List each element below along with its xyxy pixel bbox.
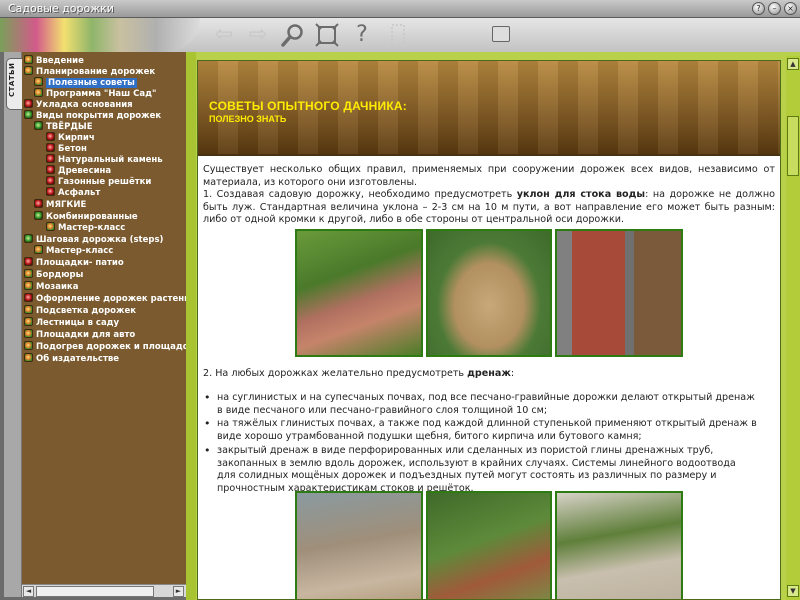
photo-worker-laying (426, 229, 552, 357)
flower-icon (46, 143, 55, 152)
flower-icon (24, 317, 33, 326)
flower-icon (24, 329, 33, 338)
tree-item-path-heating[interactable]: Подогрев дорожек и площадок (24, 341, 186, 353)
tree-item-car-areas[interactable]: Площадки для авто (24, 329, 135, 341)
photo-garden-path (295, 229, 423, 357)
window-title: Садовые дорожки (8, 2, 114, 15)
article-title: СОВЕТЫ ОПЫТНОГО ДАЧНИКА: (209, 99, 407, 113)
tree-item-garden-stairs[interactable]: Лестницы в саду (24, 317, 119, 329)
flower-icon (24, 110, 33, 119)
back-arrow-icon[interactable]: ⇦ (210, 22, 238, 48)
tree-item-mosaic[interactable]: Мозаика (24, 281, 78, 293)
flower-icon (46, 222, 55, 231)
paragraph-slope: 1. Создавая садовую дорожку, необходимо … (203, 189, 775, 225)
flower-icon (46, 187, 55, 196)
minimize-window-icon[interactable]: – (768, 2, 781, 15)
flower-icon (24, 305, 33, 314)
intro-paragraph: Существует несколько общих правил, приме… (203, 164, 775, 188)
scrollbar-thumb[interactable] (36, 586, 154, 597)
photo-garden-steps (426, 491, 552, 599)
frame-stripe (186, 52, 196, 600)
side-tab-strip: СТАТЬИ (4, 52, 22, 597)
tab-articles[interactable]: СТАТЬИ (6, 58, 22, 110)
scroll-left-icon[interactable]: ◄ (23, 586, 34, 597)
flower-icon (34, 245, 43, 254)
help-window-icon[interactable]: ? (752, 2, 765, 15)
forward-arrow-icon[interactable]: ⇨ (244, 22, 272, 48)
flower-icon (24, 269, 33, 278)
scroll-up-icon[interactable]: ▲ (787, 58, 799, 70)
header-garden-photo (0, 18, 200, 52)
paragraph-drainage: 2. На любых дорожках желательно предусмо… (203, 368, 515, 379)
bullet-item-1: на суглинистых и на супесчаных почвах, п… (204, 392, 757, 417)
help-question-icon[interactable]: ? (348, 22, 376, 48)
search-magnifier-icon[interactable] (279, 22, 307, 48)
flower-icon (24, 66, 33, 75)
tree-item-master-class[interactable]: Мастер-класс (46, 222, 125, 234)
flower-icon (34, 77, 43, 86)
slope-emphasis: уклон для стока воды (516, 189, 646, 200)
window-title-bar: Садовые дорожки ? – × (0, 0, 800, 18)
flower-icon (24, 99, 33, 108)
flower-icon (24, 353, 33, 362)
tree-item-master-class-2[interactable]: Мастер-класс (34, 245, 113, 257)
print-icon[interactable] (492, 26, 510, 42)
tree-item-about-publisher[interactable]: Об издательстве (24, 353, 119, 365)
tree-item-path-plants[interactable]: Оформление дорожек растениями (24, 293, 186, 305)
flower-icon (34, 121, 43, 130)
flower-icon (24, 55, 33, 64)
close-window-icon[interactable]: × (784, 2, 797, 15)
scroll-down-icon[interactable]: ▼ (787, 585, 799, 597)
tree-item-patio[interactable]: Площадки- патио (24, 257, 124, 269)
flower-icon (34, 88, 43, 97)
flower-icon (24, 281, 33, 290)
tree-item-path-lighting[interactable]: Подсветка дорожек (24, 305, 136, 317)
flower-icon (46, 154, 55, 163)
flower-icon (46, 165, 55, 174)
article-subtitle: ПОЛЕЗНО ЗНАТЬ (209, 114, 287, 124)
article-content: СОВЕТЫ ОПЫТНОГО ДАЧНИКА: ПОЛЕЗНО ЗНАТЬ С… (197, 60, 781, 600)
drainage-emphasis: дренаж (467, 368, 511, 379)
photo-patio (555, 491, 683, 599)
tree-item-soft[interactable]: МЯГКИЕ (34, 199, 86, 211)
bullet-item-3: закрытый дренаж в виде перфорированных и… (204, 445, 757, 495)
flower-icon (34, 211, 43, 220)
tree-horizontal-scrollbar[interactable]: ◄ ► (22, 584, 186, 597)
photo-brick-path (555, 229, 683, 357)
fullscreen-icon[interactable] (313, 22, 341, 48)
tree-item-asphalt[interactable]: Асфальт (46, 187, 100, 199)
scrollbar-thumb[interactable] (787, 116, 799, 176)
flower-icon (46, 132, 55, 141)
content-vertical-scrollbar[interactable]: ▲ ▼ (786, 56, 800, 600)
flower-icon (46, 176, 55, 185)
photo-paving-slabs (295, 491, 423, 599)
flower-icon (24, 341, 33, 350)
flower-icon (24, 234, 33, 243)
flower-icon (24, 257, 33, 266)
tree-item-borders[interactable]: Бордюры (24, 269, 83, 281)
tab-articles-label: СТАТЬИ (8, 62, 16, 97)
flower-icon (24, 293, 33, 302)
article-banner: СОВЕТЫ ОПЫТНОГО ДАЧНИКА: ПОЛЕЗНО ЗНАТЬ (198, 61, 780, 156)
navigation-tree: Введение Планирование дорожек Полезные с… (22, 52, 186, 584)
flower-icon (34, 199, 43, 208)
scroll-right-icon[interactable]: ► (173, 586, 184, 597)
bookmark-icon[interactable] (384, 22, 412, 48)
bullet-item-2: на тяжёлых глинистых почвах, а также под… (204, 418, 757, 443)
